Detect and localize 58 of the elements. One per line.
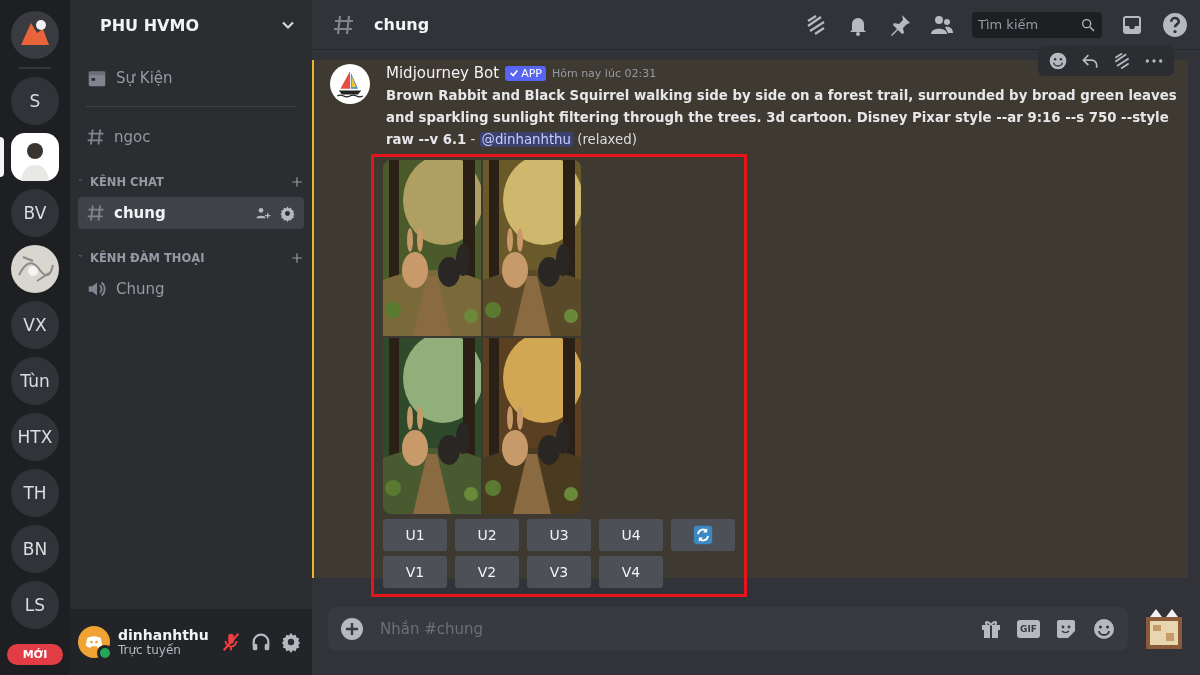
action-button[interactable]: V2 xyxy=(455,556,519,588)
sticker-icon[interactable] xyxy=(1054,617,1078,641)
channel-title: chung xyxy=(374,15,430,34)
action-button[interactable]: U3 xyxy=(527,519,591,551)
user-avatar[interactable] xyxy=(78,626,110,658)
username: dinhanhthu xyxy=(118,627,210,643)
gif-button[interactable]: GIF xyxy=(1017,620,1040,638)
action-button[interactable]: V4 xyxy=(599,556,663,588)
hash-icon xyxy=(86,127,106,147)
new-badge[interactable]: MỚI xyxy=(7,644,63,665)
muted-microphone-icon[interactable] xyxy=(220,631,242,653)
app-badge: APP xyxy=(505,65,546,81)
selection-indicator xyxy=(0,137,4,177)
user-mention[interactable]: @dinhanhthu xyxy=(479,132,573,147)
server-icon[interactable]: Tùn xyxy=(11,357,59,405)
action-button[interactable]: U4 xyxy=(599,519,663,551)
action-button[interactable]: U2 xyxy=(455,519,519,551)
emoji-icon[interactable] xyxy=(1048,51,1068,71)
add-member-icon[interactable] xyxy=(255,205,271,221)
server-icon[interactable]: VX xyxy=(11,301,59,349)
settings-icon[interactable] xyxy=(280,631,302,653)
author-name[interactable]: Midjourney Bot xyxy=(386,64,500,82)
search-icon[interactable] xyxy=(1080,16,1096,33)
check-icon xyxy=(509,68,520,78)
headphones-icon[interactable] xyxy=(250,631,272,653)
reroll-button[interactable] xyxy=(671,519,735,551)
channel-item[interactable]: Chung xyxy=(78,273,304,305)
server-name[interactable]: PHU HVMO xyxy=(100,15,199,35)
server-icon[interactable]: TH xyxy=(11,469,59,517)
action-button[interactable]: V1 xyxy=(383,556,447,588)
server-icon[interactable]: BN xyxy=(11,525,59,573)
server-icon[interactable]: HTX xyxy=(11,413,59,461)
message-time: Hôm nay lúc 02:31 xyxy=(551,66,657,80)
app-icon[interactable] xyxy=(1144,607,1184,651)
user-status: Trực tuyến xyxy=(118,643,182,657)
channel-item[interactable]: chung xyxy=(78,197,304,229)
search-field[interactable]: Tìm kiếm xyxy=(972,11,1102,38)
help-icon[interactable] xyxy=(1162,11,1188,38)
hash-icon xyxy=(86,203,106,223)
action-button[interactable]: V3 xyxy=(527,556,591,588)
settings-icon[interactable] xyxy=(279,204,296,222)
add-channel-icon[interactable] xyxy=(290,175,304,189)
message-input[interactable]: Nhắn #chung GIF xyxy=(328,607,1128,651)
category-header[interactable]: KÊNH ĐÀM THOẠI xyxy=(78,251,205,265)
action-button[interactable]: U1 xyxy=(383,519,447,551)
server-icon[interactable]: BV xyxy=(11,189,59,237)
category-header[interactable]: KÊNH CHAT xyxy=(78,175,164,189)
server-icon[interactable]: LS xyxy=(11,581,59,629)
message-text: Brown Rabbit and Black Squirrel walking side by side on a forest trail, surrounded by broad green leaves and sparkling sunlight filtering through the trees. 3d cartoon. Disney Pixar style --ar 9:16 --s 750 --style raw --v 6.1 - @dinhanhthu (relaxed) xyxy=(386,87,1178,149)
server-icon[interactable]: S xyxy=(11,77,59,125)
bot-avatar[interactable] xyxy=(330,64,370,104)
threads-icon[interactable] xyxy=(1112,51,1132,71)
events-item[interactable]: Sự Kiện xyxy=(78,58,304,98)
add-channel-icon[interactable] xyxy=(290,251,304,265)
channel-item[interactable]: ngoc xyxy=(78,121,304,153)
add-icon[interactable] xyxy=(340,617,364,641)
refresh-icon xyxy=(693,525,713,545)
emoji-icon[interactable] xyxy=(1092,617,1116,641)
